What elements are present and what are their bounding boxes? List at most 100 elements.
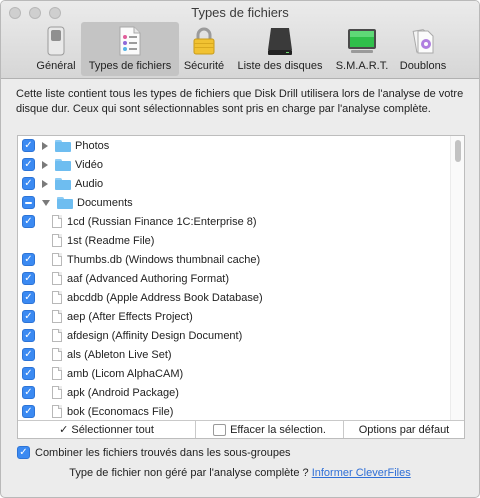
preferences-toolbar: Général Types de fichiers Sécurité Liste… (1, 21, 479, 77)
clear-selection-label: Effacer la sélection. (230, 423, 326, 436)
document-icon (52, 272, 62, 285)
select-all-button[interactable]: ✓ Sélectionner tout (18, 421, 196, 438)
row-checkbox[interactable] (22, 196, 35, 209)
folder-icon (57, 196, 73, 209)
tab-disk-list-label: Liste des disques (237, 60, 323, 72)
tab-general-label: Général (36, 60, 76, 72)
disclosure-collapsed-icon[interactable] (42, 160, 48, 169)
folder-label: Documents (77, 196, 133, 209)
list-description: Cette liste contient tous les types de f… (16, 88, 464, 115)
list-footer: ✓ Sélectionner tout Effacer la sélection… (18, 420, 464, 438)
file-type-row[interactable]: ✓ 1cd (Russian Finance 1C:Enterprise 8) (18, 212, 450, 231)
disclosure-collapsed-icon[interactable] (42, 179, 48, 188)
file-type-row[interactable]: ✓ afdesign (Affinity Design Document) (18, 326, 450, 345)
folder-icon (55, 177, 71, 190)
file-type-label: aaf (Advanced Authoring Format) (67, 272, 230, 285)
file-types-list[interactable]: ✓ Photos ✓ Vidéo ✓ Audio Documents ✓ 1cd (Russia… (17, 135, 465, 439)
folder-row[interactable]: Documents (18, 193, 450, 212)
row-checkbox[interactable]: ✓ (22, 139, 35, 152)
document-icon (52, 310, 62, 323)
folder-row[interactable]: ✓ Audio (18, 174, 450, 193)
row-checkbox[interactable]: ✓ (22, 177, 35, 190)
file-type-label: aep (After Effects Project) (67, 310, 193, 323)
file-type-label: afdesign (Affinity Design Document) (67, 329, 243, 342)
document-icon (52, 253, 62, 266)
file-type-row[interactable]: ✓ abcddb (Apple Address Book Database) (18, 288, 450, 307)
file-types-rows: ✓ Photos ✓ Vidéo ✓ Audio Documents ✓ 1cd (Russia… (18, 136, 450, 421)
padlock-icon (193, 27, 215, 55)
report-cleverfiles-link[interactable]: Informer CleverFiles (312, 467, 411, 479)
row-checkbox[interactable]: ✓ (22, 272, 35, 285)
row-checkbox[interactable]: ✓ (22, 367, 35, 380)
general-switch-icon (47, 26, 65, 56)
unsupported-type-question: Type de fichier non géré par l'analyse c… (69, 467, 309, 479)
combine-subgroups-option[interactable]: ✓ Combiner les fichiers trouvés dans les… (17, 446, 291, 459)
folder-label: Photos (75, 139, 110, 152)
tab-general[interactable]: Général (31, 22, 81, 76)
hard-disk-icon (268, 28, 292, 55)
file-types-icon (119, 26, 141, 56)
file-type-label: bok (Economacs File) (67, 405, 174, 418)
file-type-row[interactable]: ✓ aaf (Advanced Authoring Format) (18, 269, 450, 288)
row-checkbox[interactable]: ✓ (22, 310, 35, 323)
document-icon (52, 215, 62, 228)
disclosure-expanded-icon[interactable] (42, 200, 50, 206)
document-icon (52, 234, 62, 247)
row-checkbox[interactable]: ✓ (22, 253, 35, 266)
folder-label: Audio (75, 177, 104, 190)
document-icon (52, 405, 62, 418)
file-type-label: als (Ableton Live Set) (67, 348, 172, 361)
document-icon (52, 291, 62, 304)
row-checkbox[interactable]: ✓ (22, 215, 35, 228)
title-bar: Types de fichiers Général Types de fichi… (1, 1, 479, 79)
combine-subgroups-checkbox[interactable]: ✓ (17, 446, 30, 459)
row-checkbox[interactable]: ✓ (22, 291, 35, 304)
file-type-row[interactable]: ✓ amb (Licom AlphaCAM) (18, 364, 450, 383)
file-type-label: Thumbs.db (Windows thumbnail cache) (67, 253, 261, 266)
file-type-row[interactable]: ✓ bok (Economacs File) (18, 402, 450, 421)
window-title: Types de fichiers (191, 5, 289, 20)
tab-security-label: Sécurité (183, 60, 225, 72)
document-icon (52, 348, 62, 361)
tab-duplicates-label: Doublons (399, 60, 447, 72)
scroll-thumb[interactable] (455, 140, 461, 162)
restore-defaults-button[interactable]: Options par défaut (344, 421, 464, 438)
vertical-scrollbar[interactable] (450, 136, 464, 421)
row-checkbox[interactable]: ✓ (22, 405, 35, 418)
row-checkbox[interactable]: ✓ (22, 158, 35, 171)
duplicates-icon (412, 29, 434, 54)
folder-icon (55, 158, 71, 171)
folder-row[interactable]: ✓ Photos (18, 136, 450, 155)
tab-smart-label: S.M.A.R.T. (335, 60, 389, 72)
disclosure-collapsed-icon[interactable] (42, 141, 48, 150)
tab-smart[interactable]: S.M.A.R.T. (331, 22, 393, 76)
row-checkbox[interactable]: ✓ (22, 329, 35, 342)
file-type-label: amb (Licom AlphaCAM) (67, 367, 184, 380)
file-type-row[interactable]: 1st (Readme File) (18, 231, 450, 250)
clear-selection-button[interactable]: Effacer la sélection. (196, 421, 344, 438)
file-type-row[interactable]: ✓ Thumbs.db (Windows thumbnail cache) (18, 250, 450, 269)
unsupported-type-footer: Type de fichier non géré par l'analyse c… (1, 467, 479, 479)
file-type-label: apk (Android Package) (67, 386, 179, 399)
file-type-row[interactable]: ✓ apk (Android Package) (18, 383, 450, 402)
clear-selection-checkbox (213, 423, 227, 436)
tab-file-types[interactable]: Types de fichiers (81, 22, 179, 76)
tab-file-types-label: Types de fichiers (88, 60, 172, 72)
folder-row[interactable]: ✓ Vidéo (18, 155, 450, 174)
file-type-label: 1cd (Russian Finance 1C:Enterprise 8) (67, 215, 257, 228)
file-type-label: 1st (Readme File) (67, 234, 155, 247)
row-checkbox[interactable]: ✓ (22, 386, 35, 399)
preferences-window: Types de fichiers Général Types de fichi… (0, 0, 480, 498)
row-checkbox (22, 234, 35, 247)
document-icon (52, 386, 62, 399)
tab-duplicates[interactable]: Doublons (393, 22, 453, 76)
tab-disk-list[interactable]: Liste des disques (231, 22, 329, 76)
tab-security[interactable]: Sécurité (179, 22, 229, 76)
folder-label: Vidéo (75, 158, 103, 171)
document-icon (52, 329, 62, 342)
folder-icon (55, 139, 71, 152)
file-type-row[interactable]: ✓ als (Ableton Live Set) (18, 345, 450, 364)
row-checkbox[interactable]: ✓ (22, 348, 35, 361)
document-icon (52, 367, 62, 380)
file-type-row[interactable]: ✓ aep (After Effects Project) (18, 307, 450, 326)
